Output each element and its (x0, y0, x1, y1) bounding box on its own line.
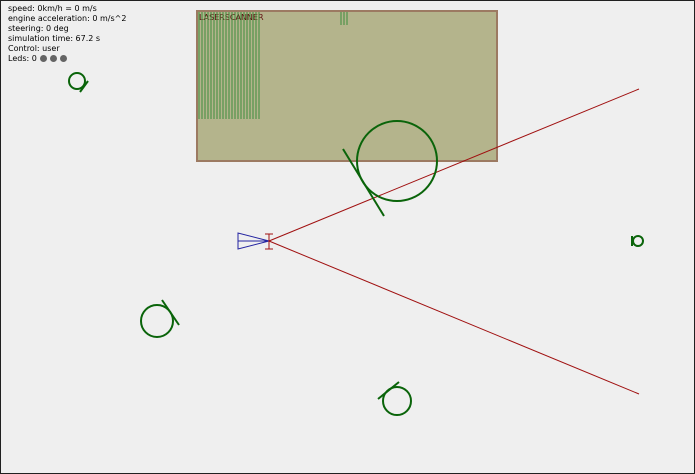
laserscanner-panel: LASERSCANNER (196, 10, 498, 162)
control-mode-readout: Control: user (8, 44, 60, 53)
status-overlay: speed: 0km/h = 0 m/s engine acceleration… (8, 4, 126, 64)
led-indicator (59, 55, 67, 62)
acceleration-readout: engine acceleration: 0 m/s^2 (8, 14, 127, 23)
led-indicator (49, 55, 57, 62)
speed-readout: speed: 0km/h = 0 m/s (8, 4, 97, 13)
laserscanner-background (196, 10, 498, 162)
obstacle (631, 235, 644, 247)
car[interactable] (237, 232, 273, 250)
obstacle (377, 381, 412, 416)
world-view: LASERSCANNER (68, 10, 644, 416)
led-indicator (39, 55, 47, 62)
obstacle (68, 72, 89, 93)
leds-row: Leds: 0 (8, 54, 126, 64)
obstacle (140, 299, 180, 338)
steering-readout: steering: 0 deg (8, 24, 69, 33)
laserscanner-label: LASERSCANNER (199, 13, 264, 22)
simulation-time-readout: simulation time: 67.2 s (8, 34, 101, 43)
leds-label: Leds: 0 (8, 54, 37, 63)
fov-ray-lower (268, 240, 640, 395)
simulation-canvas[interactable]: LASERSCANNER speed: 0km/h = 0 m/s engine… (0, 0, 695, 474)
